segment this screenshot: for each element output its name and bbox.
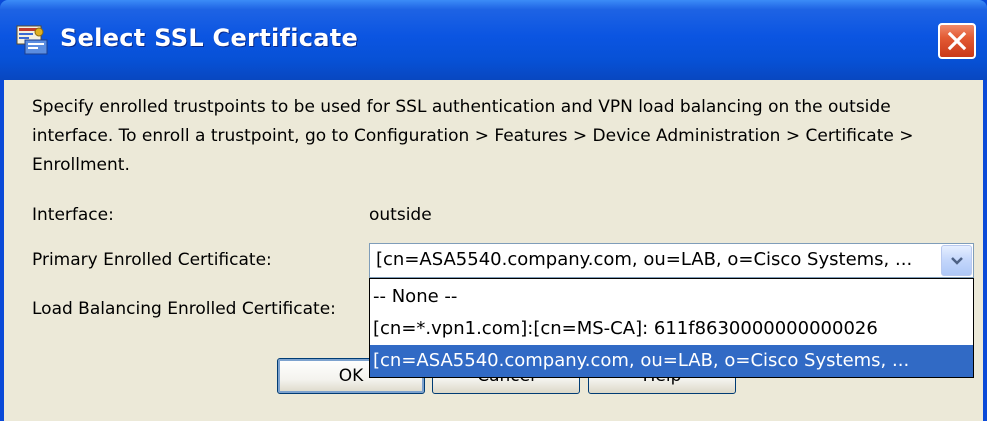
- close-button[interactable]: [938, 23, 976, 59]
- title-bar[interactable]: Select SSL Certificate: [0, 0, 987, 80]
- interface-label: Interface:: [32, 205, 114, 225]
- certificate-dropdown-list: -- None -- [cn=*.vpn1.com]:[cn=MS-CA]: 6…: [369, 278, 974, 378]
- dialog-window: Select SSL Certificate Specify enrolled …: [0, 0, 987, 421]
- dropdown-button[interactable]: [941, 245, 972, 276]
- description-text: Specify enrolled trustpoints to be used …: [32, 97, 914, 175]
- close-x-icon: [947, 31, 967, 51]
- dropdown-option-vpn1[interactable]: [cn=*.vpn1.com]:[cn=MS-CA]: 611f86300000…: [370, 313, 973, 345]
- primary-certificate-select[interactable]: [cn=ASA5540.company.com, ou=LAB, o=Cisco…: [369, 243, 974, 278]
- primary-certificate-value: [cn=ASA5540.company.com, ou=LAB, o=Cisco…: [376, 249, 913, 270]
- dialog-body: Specify enrolled trustpoints to be used …: [4, 80, 983, 421]
- window-title: Select SSL Certificate: [60, 24, 359, 52]
- certificate-app-icon: [15, 24, 49, 56]
- interface-value: outside: [369, 205, 432, 225]
- chevron-down-icon: [951, 257, 963, 265]
- primary-certificate-label: Primary Enrolled Certificate:: [32, 250, 272, 270]
- dropdown-option-none[interactable]: -- None --: [370, 281, 973, 313]
- load-balancing-certificate-label: Load Balancing Enrolled Certificate:: [32, 299, 336, 319]
- dropdown-option-asa5540[interactable]: [cn=ASA5540.company.com, ou=LAB, o=Cisco…: [370, 345, 973, 377]
